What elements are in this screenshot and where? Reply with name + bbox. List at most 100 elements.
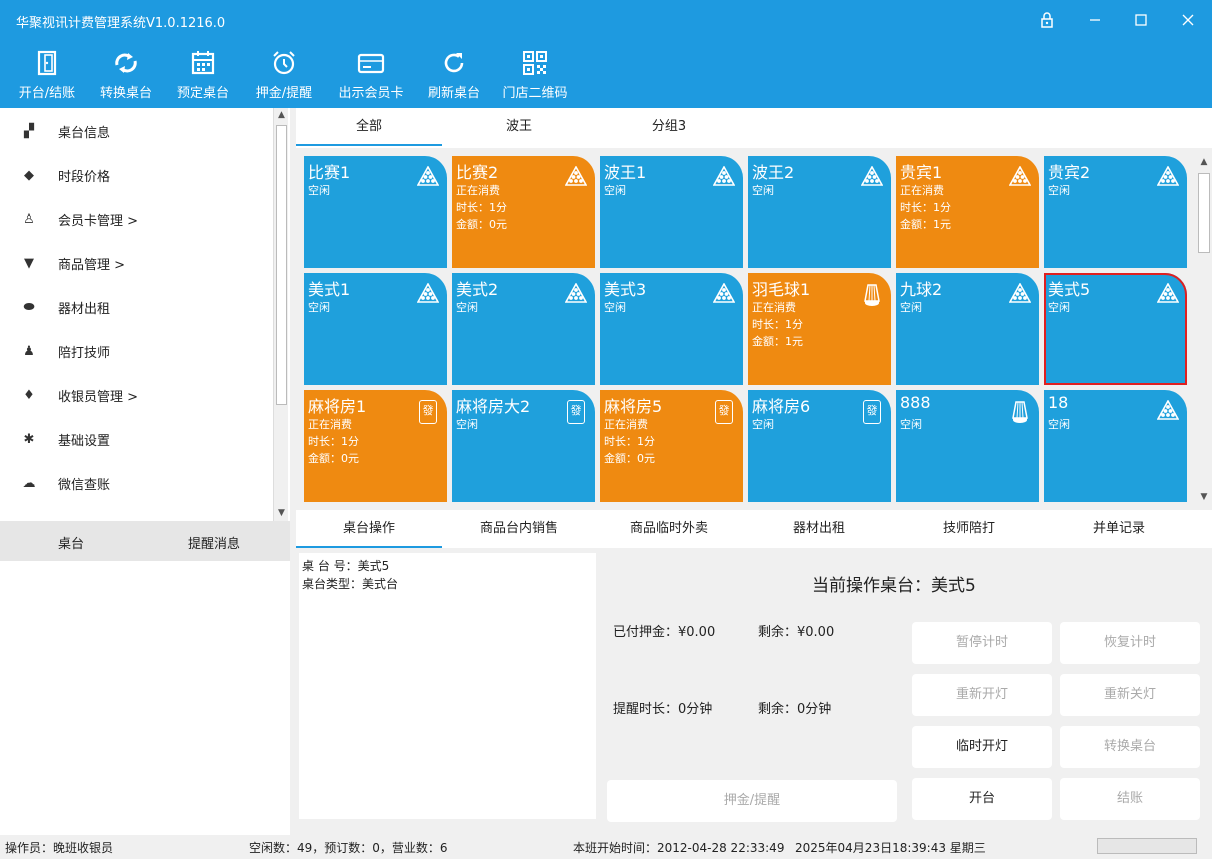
tile-status: 空闲 — [900, 301, 922, 314]
tile-amount: 金额：0元 — [604, 452, 655, 465]
scroll-thumb[interactable] — [276, 125, 287, 405]
checkout-button[interactable]: 结账 — [1060, 778, 1200, 820]
sidebar-item-label: 收银员管理 > — [58, 389, 139, 405]
sidebar-item-label: 微信查账 — [58, 477, 111, 493]
open-table-button[interactable]: 开台 — [912, 778, 1052, 820]
tile-name: 麻将房5 — [604, 397, 663, 416]
sidebar-item-goods[interactable]: ▼ 商品管理 > — [0, 241, 272, 285]
tab-reminders[interactable]: 提醒消息 — [188, 533, 240, 552]
table-tile[interactable]: 九球2 空闲 — [896, 273, 1039, 385]
scroll-up-icon[interactable]: ▲ — [1196, 155, 1212, 170]
table-tile[interactable]: 888 空闲 — [896, 390, 1039, 502]
cloud-icon: ☁ — [22, 475, 36, 491]
table-tile[interactable]: 美式5 空闲 — [1044, 273, 1187, 385]
person-icon: ♟ — [23, 343, 35, 359]
table-tile[interactable]: 比赛1 空闲 — [304, 156, 447, 268]
sidebar-item-wechat[interactable]: ☁ 微信查账 — [0, 461, 272, 505]
table-tile[interactable]: 美式3 空闲 — [600, 273, 743, 385]
table-tile[interactable]: 波王2 空闲 — [748, 156, 891, 268]
tab-group3[interactable]: 分组3 — [596, 108, 742, 146]
scroll-down-icon[interactable]: ▼ — [274, 506, 289, 521]
lock-icon[interactable] — [1035, 8, 1059, 32]
table-tile[interactable]: 麻将房6 空闲 發 — [748, 390, 891, 502]
toolbar-open-checkout-button[interactable]: 开台/结账 — [14, 50, 80, 101]
table-tile[interactable]: 18 空闲 — [1044, 390, 1187, 502]
tile-amount: 金额：0元 — [456, 218, 507, 231]
toolbar-label: 预定桌台 — [176, 86, 229, 101]
relight-off-button[interactable]: 重新关灯 — [1060, 674, 1200, 716]
refresh-icon — [444, 53, 464, 73]
price-tag-icon: ◆ — [24, 167, 34, 183]
temp-light-button[interactable]: 临时开灯 — [912, 726, 1052, 768]
tab-merge-records[interactable]: 并单记录 — [1046, 510, 1192, 548]
grid-scrollbar[interactable]: ▲ ▼ — [1196, 155, 1212, 505]
tile-name: 比赛2 — [456, 163, 499, 182]
tab-in-table-sales[interactable]: 商品台内销售 — [446, 510, 592, 548]
info-table-no: 桌 台 号：美式5 — [302, 559, 390, 573]
tab-takeaway[interactable]: 商品临时外卖 — [596, 510, 742, 548]
maximize-icon[interactable] — [1129, 8, 1153, 32]
tile-status-block: 空闲 — [900, 299, 922, 316]
tab-all[interactable]: 全部 — [296, 108, 442, 146]
tab-equipment-rental[interactable]: 器材出租 — [746, 510, 892, 548]
scroll-thumb[interactable] — [1198, 173, 1210, 253]
table-tile[interactable]: 贵宾1 正在消费 时长：1分 金额：1元 — [896, 156, 1039, 268]
switch-table-button[interactable]: 转换桌台 — [1060, 726, 1200, 768]
tile-amount: 金额：0元 — [308, 452, 359, 465]
sidebar-scrollbar[interactable]: ▲ ▼ — [273, 108, 288, 521]
sidebar-item-technician[interactable]: ♟ 陪打技师 — [0, 329, 272, 373]
table-tile[interactable]: 比赛2 正在消费 时长：1分 金额：0元 — [452, 156, 595, 268]
table-tile[interactable]: 麻将房5 正在消费 时长：1分 金额：0元發 — [600, 390, 743, 502]
sidebar-bottom-tabs: 桌台 提醒消息 — [0, 521, 290, 561]
scroll-up-icon[interactable]: ▲ — [274, 108, 289, 123]
sidebar-item-period-price[interactable]: ◆ 时段价格 — [0, 153, 272, 197]
sidebar-item-cashier[interactable]: ♦ 收银员管理 > — [0, 373, 272, 417]
table-grid: 比赛1 空闲 比赛2 正在消费 时长：1分 金额：0元 波王1 空闲 波王2 空闲 贵宾1 正在消费时… — [296, 148, 1194, 505]
qrcode-icon — [523, 51, 547, 75]
tab-bowang[interactable]: 波王 — [446, 108, 592, 146]
sidebar-item-label: 会员卡管理 > — [58, 213, 139, 229]
sidebar-item-settings[interactable]: ✱ 基础设置 — [0, 417, 272, 461]
tile-status-block: 空闲 — [1048, 182, 1070, 199]
resume-timer-button[interactable]: 恢复计时 — [1060, 622, 1200, 664]
tile-name: 麻将房6 — [752, 397, 811, 416]
table-tile[interactable]: 美式1 空闲 — [304, 273, 447, 385]
tab-technician[interactable]: 技师陪打 — [896, 510, 1042, 548]
money-bag-icon: ♦ — [23, 387, 35, 403]
toolbar-refresh-button[interactable]: 刷新桌台 — [424, 50, 484, 101]
toolbar-qrcode-button[interactable]: 门店二维码 — [498, 50, 572, 101]
sidebar: ▞ 桌台信息 ◆ 时段价格 ♙ 会员卡管理 > ▼ 商品管理 > ⬬ 器材出租 ♟ 陪打技师… — [0, 108, 290, 521]
scroll-down-icon[interactable]: ▼ — [1196, 490, 1212, 505]
pause-timer-button[interactable]: 暂停计时 — [912, 622, 1052, 664]
relight-button[interactable]: 重新开灯 — [912, 674, 1052, 716]
deposit-remind-button[interactable]: 押金/提醒 — [607, 780, 897, 822]
sidebar-item-table-info[interactable]: ▞ 桌台信息 — [0, 109, 272, 153]
table-tile[interactable]: 波王1 空闲 — [600, 156, 743, 268]
table-tile[interactable]: 羽毛球1 正在消费 时长：1分 金额：1元 — [748, 273, 891, 385]
sidebar-item-member-card[interactable]: ♙ 会员卡管理 > — [0, 197, 272, 241]
tile-name: 比赛1 — [308, 163, 351, 182]
tile-status: 空闲 — [1048, 418, 1070, 431]
tile-duration: 时长：1分 — [456, 201, 507, 214]
status-shift-start: 本班开始时间：2012-04-28 22:33:49 — [573, 841, 785, 855]
tile-status-block: 空闲 — [456, 299, 478, 316]
tile-status-block: 正在消费 时长：1分 金额：1元 — [752, 299, 803, 350]
tile-duration: 时长：1分 — [308, 435, 359, 448]
tab-tables[interactable]: 桌台 — [58, 533, 84, 552]
billiard-icon — [860, 165, 884, 188]
table-tile[interactable]: 麻将房大2 空闲 發 — [452, 390, 595, 502]
sidebar-item-equipment[interactable]: ⬬ 器材出租 — [0, 285, 272, 329]
table-tile[interactable]: 贵宾2 空闲 — [1044, 156, 1187, 268]
close-icon[interactable] — [1176, 8, 1200, 32]
toolbar-member-card-button[interactable]: 出示会员卡 — [334, 50, 408, 101]
minimize-icon[interactable] — [1083, 8, 1107, 32]
tab-table-operation[interactable]: 桌台操作 — [296, 510, 442, 548]
table-tile[interactable]: 麻将房1 正在消费 时长：1分 金额：0元發 — [304, 390, 447, 502]
tile-status: 空闲 — [1048, 184, 1070, 197]
toolbar-deposit-remind-button[interactable]: 押金/提醒 — [251, 50, 317, 101]
toolbar-switch-table-button[interactable]: 转换桌台 — [96, 50, 156, 101]
tile-name: 羽毛球1 — [752, 280, 811, 299]
remind-remaining: 剩余：0分钟 — [758, 702, 832, 717]
toolbar-reserve-table-button[interactable]: 预定桌台 — [173, 50, 233, 101]
table-tile[interactable]: 美式2 空闲 — [452, 273, 595, 385]
